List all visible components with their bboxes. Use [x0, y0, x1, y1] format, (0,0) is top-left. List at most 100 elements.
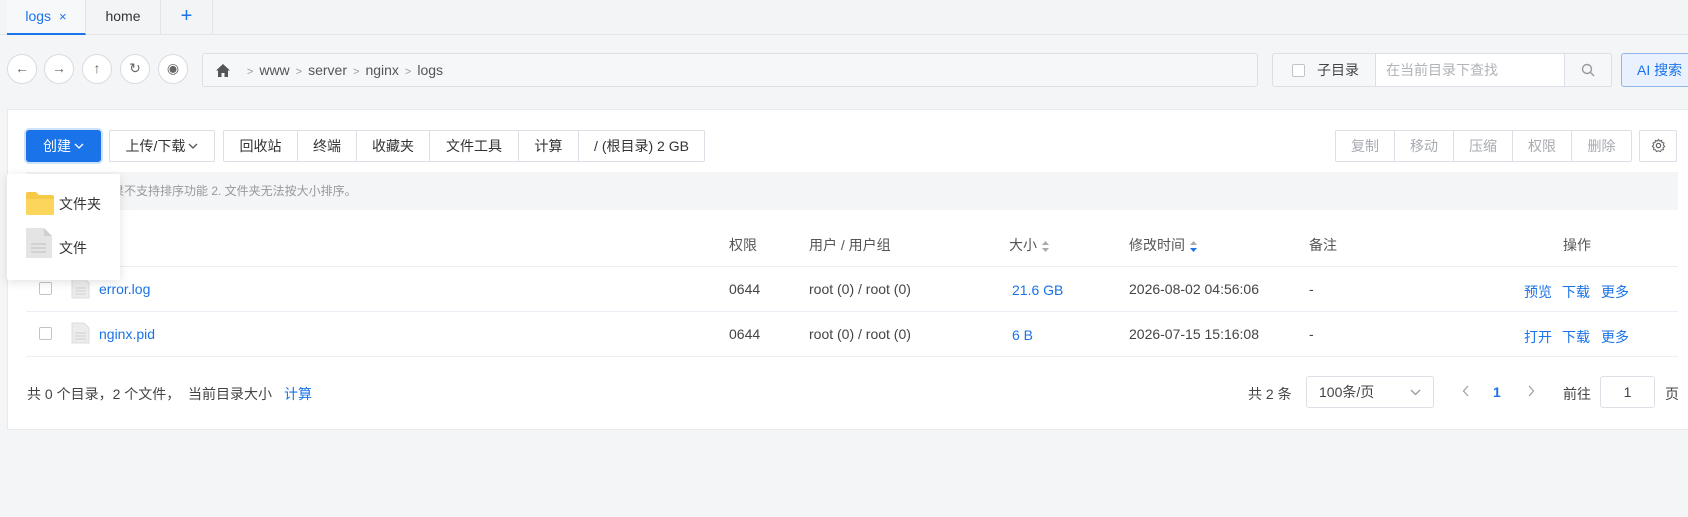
breadcrumb-separator: > [295, 66, 303, 78]
arrow-up-icon: ↑ [93, 60, 101, 76]
chevron-down-icon [188, 143, 198, 149]
delete-button[interactable]: 删除 [1572, 131, 1631, 161]
tab-home-label: home [105, 8, 141, 24]
view-button[interactable]: ◉ [158, 54, 188, 84]
search-button[interactable] [1564, 53, 1612, 87]
create-folder-item[interactable]: 文件夹 [25, 189, 115, 219]
subdirectory-toggle[interactable]: 子目录 [1272, 53, 1376, 87]
move-button[interactable]: 移动 [1395, 131, 1454, 161]
column-header-note: 备注 [1309, 237, 1337, 253]
row-checkbox[interactable] [39, 327, 52, 340]
file-permission[interactable]: 0644 [729, 326, 760, 342]
file-permission[interactable]: 0644 [729, 281, 760, 297]
upload-download-button[interactable]: 上传/下载 [109, 130, 215, 162]
table-divider [26, 311, 1678, 312]
more-link[interactable]: 更多 [1601, 327, 1629, 347]
create-folder-label: 文件夹 [59, 196, 101, 212]
create-label: 创建 [43, 138, 71, 154]
breadcrumb-item-server[interactable]: server [308, 62, 347, 78]
open-link[interactable]: 打开 [1524, 327, 1552, 347]
file-tools-button[interactable]: 文件工具 [430, 131, 519, 161]
search-icon [1581, 63, 1595, 77]
file-owner[interactable]: root (0) / root (0) [809, 281, 911, 297]
notice-bar: 结果不支持排序功能 2. 文件夹无法按大小排序。 [26, 172, 1678, 210]
file-note[interactable]: - [1309, 281, 1314, 297]
download-link[interactable]: 下载 [1562, 282, 1590, 302]
column-header-mtime[interactable]: 修改时间 [1129, 235, 1198, 255]
copy-button[interactable]: 复制 [1336, 131, 1395, 161]
download-link[interactable]: 下载 [1562, 327, 1590, 347]
file-note[interactable]: - [1309, 326, 1314, 342]
file-owner[interactable]: root (0) / root (0) [809, 326, 911, 342]
compress-button[interactable]: 压缩 [1454, 131, 1513, 161]
favorites-button[interactable]: 收藏夹 [357, 131, 430, 161]
file-size[interactable]: 6 B [1012, 327, 1033, 343]
home-icon[interactable] [215, 63, 231, 78]
back-button[interactable]: ← [7, 54, 37, 84]
more-link[interactable]: 更多 [1601, 282, 1629, 302]
tab-logs-label: logs [25, 8, 52, 24]
breadcrumb-separator: > [404, 66, 412, 78]
file-mtime: 2026-08-02 04:56:06 [1129, 281, 1259, 297]
column-header-mtime-label: 修改时间 [1129, 237, 1185, 253]
add-tab-button[interactable]: + [161, 0, 213, 35]
eye-icon: ◉ [166, 60, 180, 76]
next-page-button[interactable] [1527, 384, 1535, 400]
column-header-permission: 权限 [729, 237, 757, 253]
column-header-ops: 操作 [1563, 237, 1591, 253]
column-header-size-label: 大小 [1009, 237, 1037, 253]
preview-link[interactable]: 预览 [1524, 282, 1552, 302]
create-file-item[interactable]: 文件 [25, 228, 115, 263]
breadcrumb-item-www[interactable]: www [259, 62, 289, 78]
dir-size-label: 当前目录大小 [188, 386, 272, 402]
breadcrumb[interactable]: > www > server > nginx > logs [202, 53, 1258, 87]
breadcrumb-item-nginx[interactable]: nginx [365, 62, 398, 78]
root-disk-button[interactable]: / (根目录) 2 GB [579, 131, 704, 161]
chevron-right-icon [1528, 385, 1535, 397]
plus-icon: + [180, 5, 193, 27]
column-header-size[interactable]: 大小 [1009, 235, 1050, 255]
close-icon[interactable]: × [59, 9, 67, 24]
forward-button[interactable]: → [44, 54, 74, 84]
calculate-button[interactable]: 计算 [519, 131, 579, 161]
file-icon [26, 228, 52, 258]
page-size-select[interactable]: 100条/页 [1306, 376, 1434, 408]
breadcrumb-separator: > [353, 66, 360, 78]
column-header-owner: 用户 / 用户组 [809, 237, 891, 253]
file-icon [71, 322, 90, 344]
create-file-label: 文件 [59, 240, 87, 256]
calculate-size-link[interactable]: 计算 [284, 384, 312, 404]
tab-logs[interactable]: logs × [7, 0, 86, 35]
file-name-link[interactable]: nginx.pid [99, 326, 155, 342]
upload-download-label: 上传/下载 [125, 138, 186, 154]
tab-bar: logs × home + [0, 0, 1688, 35]
table-divider [26, 266, 1678, 267]
chevron-down-icon [74, 143, 84, 149]
refresh-button[interactable]: ↻ [120, 54, 150, 84]
arrow-right-icon: → [52, 60, 66, 76]
permission-button[interactable]: 权限 [1513, 131, 1572, 161]
file-size[interactable]: 21.6 GB [1012, 282, 1063, 298]
tab-home[interactable]: home [86, 0, 161, 35]
arrow-left-icon: ← [15, 60, 29, 76]
refresh-icon: ↻ [129, 60, 141, 76]
breadcrumb-item-logs[interactable]: logs [417, 62, 443, 78]
file-icon [71, 277, 90, 299]
create-button[interactable]: 创建 [26, 130, 101, 162]
create-dropdown-menu: 文件夹 文件 [7, 174, 120, 280]
sort-desc-icon [1190, 241, 1197, 252]
row-checkbox[interactable] [39, 282, 52, 295]
settings-button[interactable] [1639, 130, 1677, 162]
file-name-link[interactable]: error.log [99, 281, 150, 297]
up-button[interactable]: ↑ [82, 54, 112, 84]
page-number-current[interactable]: 1 [1493, 384, 1501, 400]
recycle-bin-button[interactable]: 回收站 [224, 131, 298, 161]
file-mtime: 2026-07-15 15:16:08 [1129, 326, 1259, 342]
subdirectory-checkbox[interactable] [1292, 64, 1305, 77]
terminal-button[interactable]: 终端 [298, 131, 357, 161]
goto-page-input[interactable]: 1 [1600, 376, 1655, 408]
ai-search-button[interactable]: AI 搜索 [1621, 53, 1688, 87]
table-divider [26, 356, 1678, 357]
prev-page-button[interactable] [1462, 384, 1470, 400]
search-input[interactable]: 在当前目录下查找 [1375, 53, 1565, 87]
